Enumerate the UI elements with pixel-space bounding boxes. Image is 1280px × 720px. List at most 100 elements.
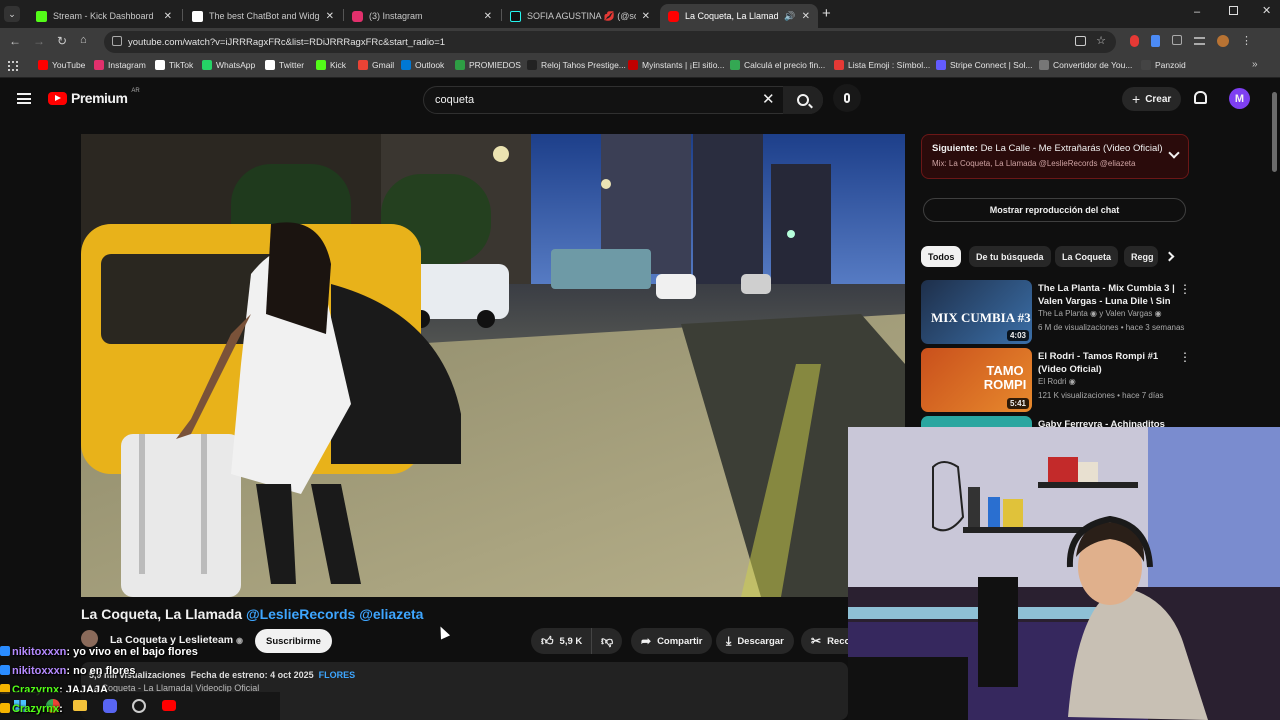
bookmark-favicon-icon: [1039, 60, 1049, 70]
recommendation-title: The La Planta - Mix Cumbia 3 | Valen Var…: [1038, 283, 1175, 307]
hashtag-link[interactable]: FLORES: [319, 670, 356, 680]
profile-icon[interactable]: [1217, 35, 1229, 47]
reload-icon[interactable]: ↻: [57, 34, 67, 48]
dislike-button[interactable]: 👎︎: [591, 628, 623, 654]
like-button[interactable]: 👍︎ 5,9 K: [531, 628, 593, 654]
bookmark-item[interactable]: YouTube: [38, 60, 85, 70]
bookmark-item[interactable]: TikTok: [155, 60, 193, 70]
tab-title: The best ChatBot and Widgets: [209, 11, 320, 21]
bookmark-star-icon[interactable]: ☆: [1096, 34, 1106, 47]
tab-search-button[interactable]: ⌄: [4, 6, 20, 22]
media-icon[interactable]: [1194, 37, 1205, 45]
crown-badge-icon: [0, 703, 10, 713]
discord-icon[interactable]: [103, 699, 117, 713]
site-info-icon[interactable]: [112, 36, 122, 46]
file-explorer-icon[interactable]: [73, 700, 87, 711]
bookmark-item[interactable]: Myinstants | ¡El sitio...: [628, 60, 725, 70]
bookmark-item[interactable]: Kick: [316, 60, 346, 70]
verified-icon: ◉: [1068, 377, 1076, 386]
chip-all[interactable]: Todos: [921, 246, 962, 267]
recommendation-item[interactable]: Gaby Ferreyra - Achinaditos: [921, 416, 1189, 427]
tab-instagram[interactable]: (3) Instagram ✕: [344, 4, 500, 28]
chat-replay-button[interactable]: Mostrar reproducción del chat: [923, 198, 1186, 222]
search-button[interactable]: [783, 86, 823, 114]
install-icon[interactable]: [1075, 36, 1086, 46]
close-icon[interactable]: ✕: [164, 11, 172, 22]
recommendation-item[interactable]: TAMO ROMPI 5:41 El Rodri - Tamos Rompi #…: [921, 348, 1191, 412]
bookmark-item[interactable]: PROMIEDOS: [455, 60, 521, 70]
video-player[interactable]: [81, 134, 905, 597]
clear-search-icon[interactable]: ✕: [762, 90, 775, 108]
bookmark-item[interactable]: Instagram: [94, 60, 146, 70]
menu-dots-icon[interactable]: ⋮: [1241, 35, 1252, 47]
more-options-icon[interactable]: ⋮: [1179, 282, 1191, 296]
record-icon[interactable]: [1130, 35, 1139, 47]
close-icon[interactable]: ✕: [484, 11, 492, 22]
bookmark-item[interactable]: Panzoid: [1141, 60, 1186, 70]
minimize-button[interactable]: –: [1194, 6, 1200, 18]
clip-button[interactable]: ✂ Reco: [801, 628, 848, 654]
account-avatar[interactable]: M: [1229, 88, 1250, 109]
mic-button[interactable]: [833, 84, 861, 112]
speaker-icon[interactable]: 🔊: [784, 11, 795, 22]
share-button[interactable]: ➦ Compartir: [631, 628, 713, 654]
hamburger-menu-icon[interactable]: [17, 93, 31, 104]
apps-grid-icon[interactable]: [8, 61, 18, 71]
puzzle-icon[interactable]: [1172, 35, 1182, 45]
chevron-right-icon[interactable]: [1164, 251, 1175, 262]
bookmark-item[interactable]: Convertidor de You...: [1039, 60, 1132, 70]
address-bar[interactable]: youtube.com/watch?v=iJRRRagxFRc&list=RDi…: [104, 31, 1116, 53]
bookmark-label: Calculá el precio fin...: [744, 60, 826, 70]
chip-la-coqueta[interactable]: La Coqueta: [1055, 246, 1119, 267]
bookmark-item[interactable]: Calculá el precio fin...: [730, 60, 825, 70]
forward-icon[interactable]: →: [33, 34, 45, 48]
youtube-logo[interactable]: Premium AR: [48, 88, 140, 106]
channel-name[interactable]: La Coqueta y Leslieteam: [110, 634, 233, 646]
close-window-button[interactable]: ✕: [1262, 4, 1271, 17]
up-next-card[interactable]: Siguiente: De La Calle - Me Extrañarás (…: [921, 134, 1189, 179]
bookmark-label: Gmail: [372, 60, 395, 70]
close-icon[interactable]: ✕: [642, 11, 650, 22]
bookmark-item[interactable]: Outlook: [401, 60, 444, 70]
new-tab-button[interactable]: +: [822, 5, 831, 22]
bookmark-item[interactable]: WhatsApp: [202, 60, 255, 70]
video-thumbnail[interactable]: TAMO ROMPI 5:41: [921, 348, 1032, 412]
more-options-icon[interactable]: ⋮: [1179, 350, 1191, 364]
tab-youtube-active[interactable]: La Coqueta, La Llamada @L 🔊 ✕: [660, 4, 818, 28]
chip-from-search[interactable]: De tu búsqueda: [969, 246, 1051, 267]
bookmark-item[interactable]: Lista Emoji : Símbol...: [834, 60, 930, 70]
home-icon[interactable]: ⌂: [80, 34, 87, 46]
video-thumbnail[interactable]: [921, 416, 1032, 427]
video-thumbnail[interactable]: MIX CUMBIA #3 4:03: [921, 280, 1032, 344]
chip-regg[interactable]: Regg: [1124, 246, 1158, 267]
tab-chatbot[interactable]: The best ChatBot and Widgets ✕: [184, 4, 342, 28]
tab-kick-dashboard[interactable]: Stream - Kick Dashboard ✕: [28, 4, 180, 28]
recommendation-item[interactable]: MIX CUMBIA #3 4:03 The La Planta - Mix C…: [921, 280, 1191, 344]
create-button[interactable]: + Crear: [1122, 87, 1182, 111]
tab-title: SOFIA AGUSTINA 💋 (@sofiaag: [527, 10, 636, 21]
bookmark-item[interactable]: Stripe Connect | Sol...: [936, 60, 1033, 70]
page-scrollbar[interactable]: [1272, 92, 1277, 172]
bookmark-item[interactable]: Twitter: [265, 60, 304, 70]
chat-username: nikitoxxxn: [12, 646, 67, 658]
channel-avatar[interactable]: [81, 630, 98, 647]
recommendation-channel: The La Planta: [1038, 309, 1088, 318]
tab-tiktok[interactable]: SOFIA AGUSTINA 💋 (@sofiaag ✕: [502, 4, 658, 28]
audio-wave-icon[interactable]: [1151, 35, 1160, 47]
back-icon[interactable]: ←: [9, 34, 21, 48]
maximize-button[interactable]: [1229, 6, 1238, 15]
extension-icons[interactable]: ⋮: [1130, 35, 1252, 47]
download-button[interactable]: ⤓ Descargar: [716, 628, 794, 654]
notifications-bell-icon[interactable]: [1194, 91, 1207, 104]
bookmark-item[interactable]: Gmail: [358, 60, 394, 70]
close-icon[interactable]: ✕: [326, 11, 334, 22]
subscribe-button[interactable]: Suscribirme: [255, 629, 332, 653]
like-count: 5,9 K: [559, 635, 583, 647]
video-title-tags[interactable]: @LeslieRecords @eliazeta: [246, 606, 424, 622]
more-bookmarks-icon[interactable]: »: [1252, 59, 1258, 70]
close-icon[interactable]: ✕: [802, 11, 810, 22]
youtube-taskbar-icon[interactable]: [162, 700, 176, 711]
bookmark-favicon-icon: [358, 60, 368, 70]
obs-icon[interactable]: [132, 699, 146, 713]
bookmark-item[interactable]: Reloj Tahos Prestige...: [527, 60, 626, 70]
